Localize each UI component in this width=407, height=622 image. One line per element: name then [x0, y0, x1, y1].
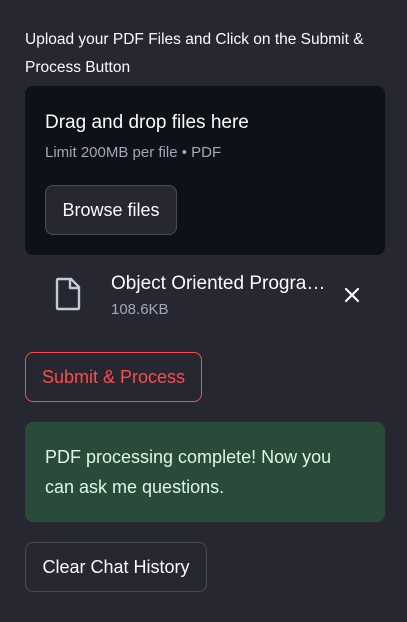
- file-icon: [53, 277, 83, 311]
- browse-files-button[interactable]: Browse files: [45, 185, 177, 235]
- submit-process-button[interactable]: Submit & Process: [25, 352, 202, 402]
- dropzone-limit-text: Limit 200MB per file • PDF: [45, 144, 222, 161]
- uploaded-file-size: 108.6KB: [111, 301, 169, 318]
- uploaded-file-name: Object Oriented Programming.pdf: [111, 273, 341, 294]
- uploader-label: Upload your PDF Files and Click on the S…: [25, 31, 364, 76]
- uploaded-file-item: Object Oriented Programming.pdf 108.6KB: [25, 268, 385, 328]
- success-alert: PDF processing complete! Now you can ask…: [25, 422, 385, 522]
- file-dropzone[interactable]: Drag and drop files here Limit 200MB per…: [25, 86, 385, 255]
- remove-file-button[interactable]: [339, 282, 365, 308]
- success-message: PDF processing complete! Now you can ask…: [45, 447, 332, 497]
- close-icon: [344, 287, 360, 303]
- dropzone-title: Drag and drop files here: [45, 112, 249, 133]
- clear-chat-history-button[interactable]: Clear Chat History: [25, 542, 207, 592]
